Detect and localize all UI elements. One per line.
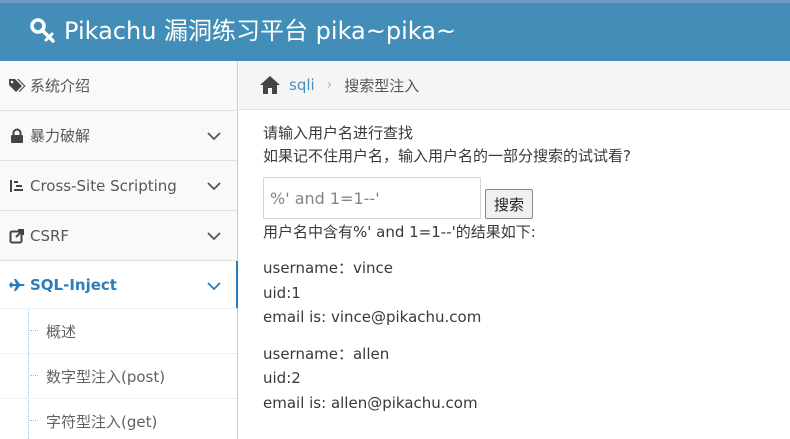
submenu-item-overview[interactable]: 概述 xyxy=(0,308,237,353)
chevron-down-icon[interactable] xyxy=(207,179,221,193)
sidebar-item-sql-inject[interactable]: SQL-Inject xyxy=(0,261,238,308)
search-prompt: 请输入用户名进行查找 xyxy=(263,124,414,142)
chevron-down-icon[interactable] xyxy=(207,229,221,243)
sidebar-item-intro[interactable]: 系统介绍 xyxy=(0,61,237,111)
search-button[interactable]: 搜索 xyxy=(485,189,534,219)
main-content: 请输入用户名进行查找 如果记不住用户名，输入用户名的一部分搜索的试试看? 搜索 … xyxy=(263,122,783,415)
plane-icon xyxy=(8,276,26,294)
breadcrumb-current: 搜索型注入 xyxy=(344,76,420,95)
result-title: 用户名中含有%' and 1=1--'的结果如下: xyxy=(263,223,536,241)
result-record: username：vince uid:1 email is: vince@pik… xyxy=(263,256,783,330)
record-username: username：vince xyxy=(263,259,394,277)
brand[interactable]: Pikachu 漏洞练习平台 pika~pika~ xyxy=(30,15,456,47)
search-input[interactable] xyxy=(263,177,481,219)
share-icon xyxy=(8,227,26,245)
tree-dot xyxy=(30,375,38,376)
key-icon xyxy=(30,18,55,43)
record-uid: uid:2 xyxy=(263,369,301,387)
submenu-item-label: 概述 xyxy=(46,322,77,341)
submenu-item-numeric-post[interactable]: 数字型注入(post) xyxy=(0,353,237,398)
tree-dot xyxy=(30,330,38,331)
record-uid: uid:1 xyxy=(263,283,301,302)
submenu-item-label: 数字型注入(post) xyxy=(46,367,166,386)
lock-icon xyxy=(8,127,26,145)
search-form: 搜索 xyxy=(263,177,783,219)
chevron-down-icon[interactable] xyxy=(207,129,221,143)
submenu-item-string-get[interactable]: 字符型注入(get) xyxy=(0,398,237,439)
sidebar-item-label: Cross-Site Scripting xyxy=(30,176,177,195)
sidebar-item-label: 暴力破解 xyxy=(30,127,91,145)
top-navbar: Pikachu 漏洞练习平台 pika~pika~ xyxy=(0,0,790,61)
breadcrumb: sqli › 搜索型注入 xyxy=(239,61,790,110)
record-email: email is: vince@pikachu.com xyxy=(263,308,482,326)
result-record: username：allen uid:2 email is: allen@pik… xyxy=(263,342,783,416)
record-email: email is: allen@pikachu.com xyxy=(263,393,478,412)
list-icon xyxy=(8,177,26,195)
search-hint: 如果记不住用户名，输入用户名的一部分搜索的试试看? xyxy=(263,147,631,165)
sidebar-item-label: SQL-Inject xyxy=(30,275,117,294)
submenu-item-label: 字符型注入(get) xyxy=(46,412,158,431)
sidebar-item-xss[interactable]: Cross-Site Scripting xyxy=(0,161,237,211)
record-username: username：allen xyxy=(263,344,390,363)
sidebar-item-brute-force[interactable]: 暴力破解 xyxy=(0,111,237,161)
sidebar: 系统介绍 暴力破解 Cross-Site Scripting CSRF SQL-… xyxy=(0,61,238,439)
tags-icon xyxy=(8,77,26,95)
sidebar-item-label: CSRF xyxy=(30,226,70,245)
breadcrumb-link-sqli[interactable]: sqli xyxy=(289,76,315,94)
sidebar-item-csrf[interactable]: CSRF xyxy=(0,211,237,261)
breadcrumb-separator-icon: › xyxy=(326,77,333,93)
sql-inject-submenu: 概述 数字型注入(post) 字符型注入(get) xyxy=(0,308,237,439)
tree-dot xyxy=(30,420,38,421)
chevron-down-icon[interactable] xyxy=(207,279,221,293)
sidebar-item-label: 系统介绍 xyxy=(30,77,91,95)
home-icon xyxy=(260,76,280,94)
brand-title: Pikachu 漏洞练习平台 pika~pika~ xyxy=(64,17,457,45)
